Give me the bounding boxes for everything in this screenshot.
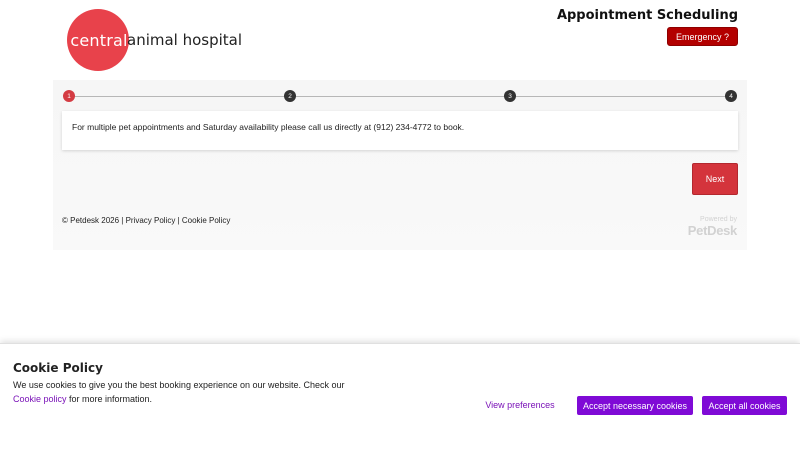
accept-necessary-cookies-button[interactable]: Accept necessary cookies — [577, 396, 693, 415]
step-4: 4 — [725, 90, 737, 102]
logo-text: animal hospital — [127, 31, 243, 49]
cookie-text-line1: We use cookies to give you the best book… — [13, 380, 345, 390]
step-3: 3 — [504, 90, 516, 102]
cookie-banner: Cookie Policy We use cookies to give you… — [0, 343, 800, 450]
step-1: 1 — [63, 90, 75, 102]
cookie-text-line2: for more information. — [66, 393, 153, 404]
logo-circle: central — [67, 9, 129, 71]
accept-all-cookies-button[interactable]: Accept all cookies — [702, 396, 787, 415]
info-message-text: For multiple pet appointments and Saturd… — [72, 122, 465, 132]
cookie-policy-link[interactable]: Cookie policy — [13, 394, 67, 404]
booking-card: 1 2 3 4 For multiple pet appointments an… — [53, 80, 747, 250]
cookie-description: We use cookies to give you the best book… — [13, 379, 353, 406]
step-progress: 1 2 3 4 — [63, 90, 737, 102]
step-line — [69, 96, 731, 97]
hospital-logo[interactable]: central animal hospital — [67, 9, 242, 71]
page: central animal hospital Appointment Sche… — [0, 0, 800, 450]
powered-by-petdesk: Powered by PetDesk — [687, 216, 738, 238]
page-title: Appointment Scheduling — [556, 8, 738, 23]
footer-links[interactable]: © Petdesk 2026 | Privacy Policy | Cookie… — [62, 216, 230, 225]
powered-by-label: Powered by — [700, 216, 737, 223]
cookie-title: Cookie Policy — [13, 361, 103, 375]
next-button[interactable]: Next — [692, 163, 738, 195]
petdesk-logo: PetDesk — [687, 223, 738, 238]
emergency-button[interactable]: Emergency ? — [666, 27, 738, 46]
logo-circle-text: central — [70, 30, 128, 50]
info-message: For multiple pet appointments and Saturd… — [62, 111, 738, 150]
view-preferences-button[interactable]: View preferences — [480, 396, 560, 414]
step-2: 2 — [284, 90, 296, 102]
